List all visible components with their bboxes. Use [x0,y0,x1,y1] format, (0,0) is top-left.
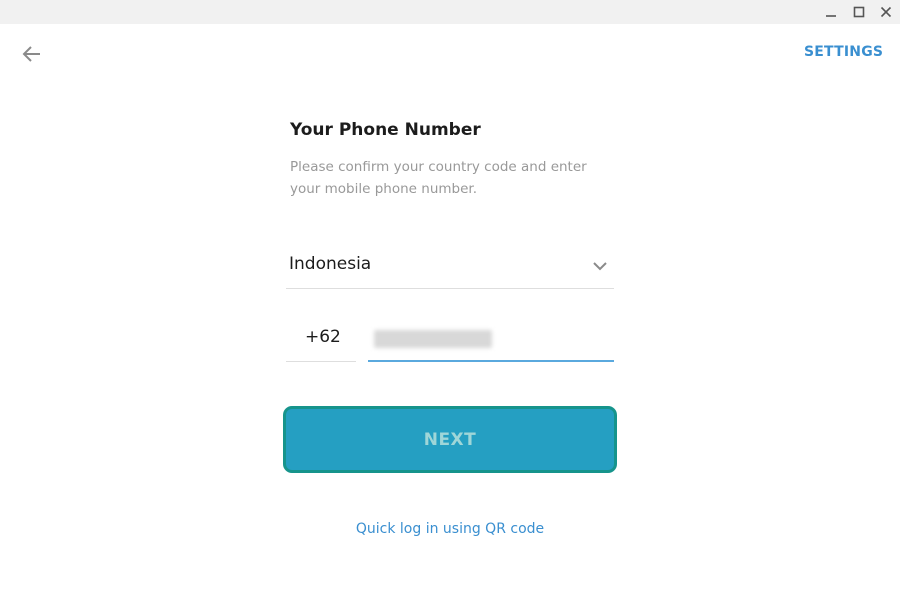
next-button[interactable]: NEXT [283,406,617,473]
country-select[interactable]: Indonesia [286,244,614,289]
phone-number-input[interactable] [368,318,614,362]
close-icon[interactable] [876,2,896,22]
next-button-label: NEXT [423,429,477,450]
window-titlebar [0,0,900,24]
page-subtitle: Please confirm your country code and ent… [290,159,587,197]
country-code-value: +62 [305,327,341,347]
phone-number-redacted [374,330,492,348]
minimize-icon[interactable] [821,2,841,22]
arrow-left-icon [22,46,40,62]
maximize-icon[interactable] [849,2,869,22]
page-title: Your Phone Number [290,120,481,140]
qr-login-link[interactable]: Quick log in using QR code [0,521,900,537]
settings-link[interactable]: SETTINGS [804,44,883,60]
back-button[interactable] [18,40,46,68]
country-name: Indonesia [289,254,372,274]
country-code-field[interactable]: +62 [286,318,356,362]
chevron-down-icon [593,262,607,271]
